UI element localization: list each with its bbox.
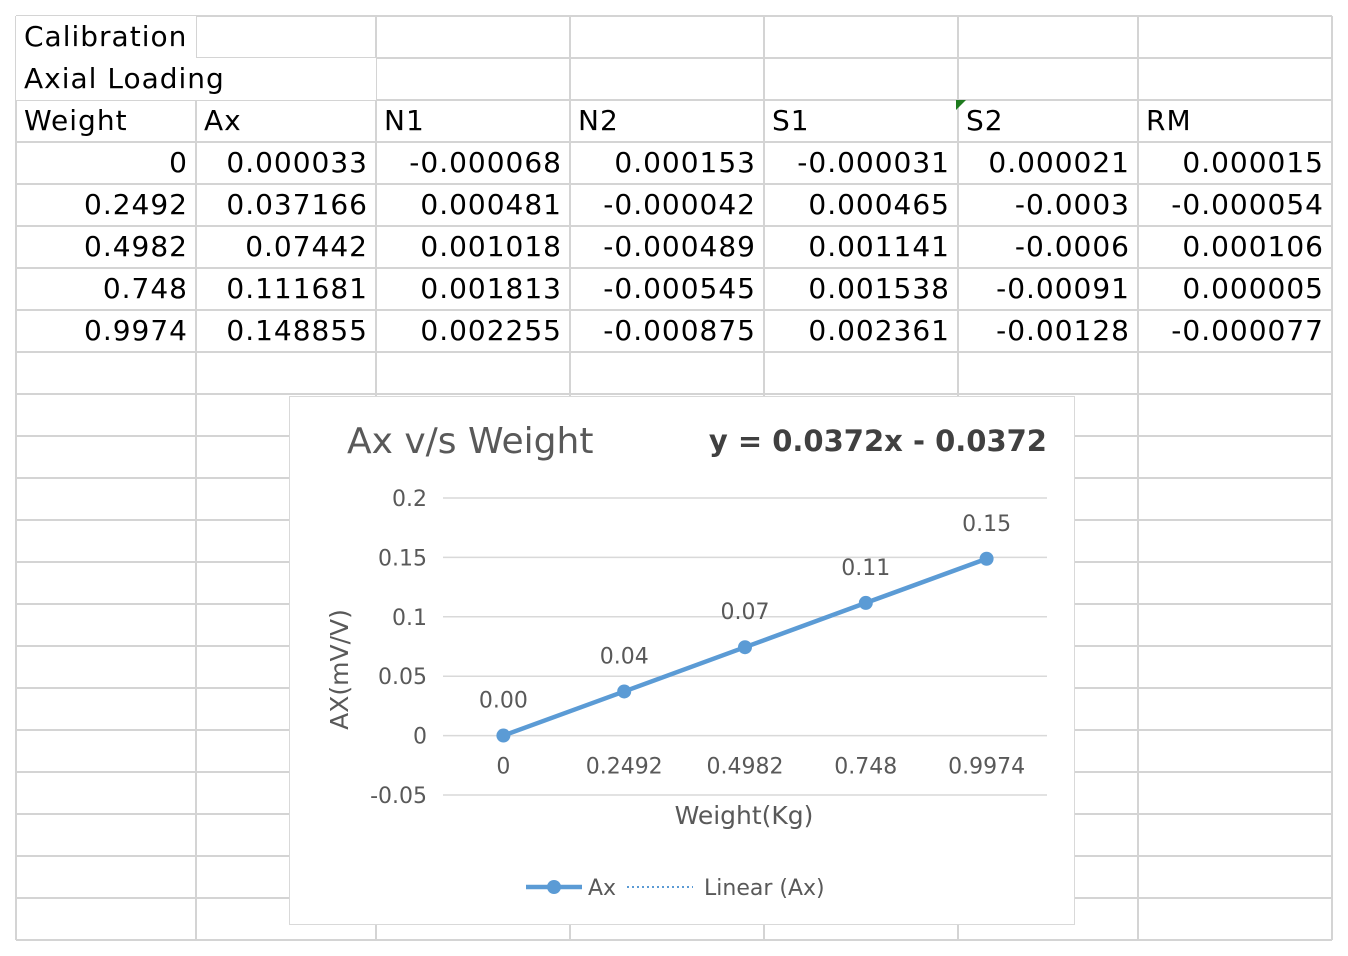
y-tick-label: 0.05 [378,665,427,690]
data-label: 0.11 [841,556,890,581]
data-cell[interactable]: 0.000015 [1138,142,1332,184]
data-label: 0.04 [600,644,649,669]
cell-calibration-title[interactable]: Calibration [16,16,196,58]
data-cell[interactable]: -0.0006 [958,226,1138,268]
header-cell-ax[interactable]: Ax [196,100,376,142]
data-cell[interactable]: -0.000054 [1138,184,1332,226]
data-cell[interactable]: 0.000481 [376,184,570,226]
y-axis-title: AX(mV/V) [325,609,354,730]
data-point-ax [738,640,752,655]
data-cell[interactable]: -0.000068 [376,142,570,184]
data-point-ax [617,684,632,699]
data-cell[interactable]: 0.001141 [764,226,958,268]
header-cell-s2[interactable]: S2 [958,100,1138,142]
data-cell[interactable]: -0.000031 [764,142,958,184]
data-cell[interactable]: 0.2492 [16,184,196,226]
legend-label-ax: Ax [588,876,616,901]
data-cell[interactable]: 0 [16,142,196,184]
data-cell[interactable]: 0.000033 [196,142,376,184]
data-cell[interactable]: 0.000005 [1138,268,1332,310]
data-label: 0.07 [721,600,770,625]
data-cell[interactable]: -0.000042 [570,184,764,226]
data-cell[interactable]: 0.002361 [764,310,958,352]
legend-marker-ax [547,880,561,894]
data-cell[interactable]: 0.002255 [376,310,570,352]
x-tick-label: 0.2492 [586,755,663,780]
trendline-equation: y = 0.0372x - 0.0372 [709,424,1047,458]
header-cell-n2[interactable]: N2 [570,100,764,142]
y-tick-label: 0.2 [392,487,427,512]
x-axis-title: Weight(Kg) [675,801,814,830]
data-cell[interactable]: 0.07442 [196,226,376,268]
data-cell[interactable]: 0.000021 [958,142,1138,184]
header-cell-s1[interactable]: S1 [764,100,958,142]
data-cell[interactable]: 0.111681 [196,268,376,310]
y-tick-label: 0 [413,725,427,750]
data-cell[interactable]: 0.001813 [376,268,570,310]
data-label: 0.00 [479,689,528,714]
header-cell-n1[interactable]: N1 [376,100,570,142]
data-cell[interactable]: 0.001538 [764,268,958,310]
x-tick-label: 0.9974 [948,755,1025,780]
chart-container[interactable]: Ax v/s Weight y = 0.0372x - 0.0372 0.2 0.15… [289,396,1075,925]
data-label: 0.15 [962,512,1011,537]
data-cell[interactable]: -0.000489 [570,226,764,268]
cell-comment-indicator [956,100,966,110]
y-tick-label: 0.15 [378,546,427,571]
data-point-ax [496,728,511,743]
data-cell[interactable]: 0.4982 [16,226,196,268]
x-tick-label: 0 [496,755,510,780]
data-point-ax [979,551,994,566]
cell-axial-loading-title[interactable]: Axial Loading [16,58,376,100]
data-cell[interactable]: -0.000545 [570,268,764,310]
data-cell[interactable]: 0.001018 [376,226,570,268]
data-cell[interactable]: -0.000875 [570,310,764,352]
header-cell-weight[interactable]: Weight [16,100,196,142]
chart-title: Ax v/s Weight [347,421,593,462]
legend-label-trendline: Linear (Ax) [704,876,825,901]
data-cell[interactable]: -0.000077 [1138,310,1332,352]
data-cell[interactable]: 0.037166 [196,184,376,226]
data-cell[interactable]: 0.9974 [16,310,196,352]
data-cell[interactable]: 0.000106 [1138,226,1332,268]
data-cell[interactable]: -0.0003 [958,184,1138,226]
data-cell[interactable]: -0.00091 [958,268,1138,310]
data-cell[interactable]: -0.00128 [958,310,1138,352]
data-cell[interactable]: 0.000465 [764,184,958,226]
header-cell-rm[interactable]: RM [1138,100,1332,142]
x-tick-label: 0.4982 [707,755,784,780]
chart-svg: Ax v/s Weight y = 0.0372x - 0.0372 0.2 0.15… [325,421,1047,901]
y-tick-label: 0.1 [392,606,427,631]
data-cell[interactable]: 0.148855 [196,310,376,352]
data-cell[interactable]: 0.748 [16,268,196,310]
data-point-ax [858,595,873,610]
x-tick-label: 0.748 [834,755,897,780]
y-tick-label: -0.05 [370,784,427,809]
data-cell[interactable]: 0.000153 [570,142,764,184]
